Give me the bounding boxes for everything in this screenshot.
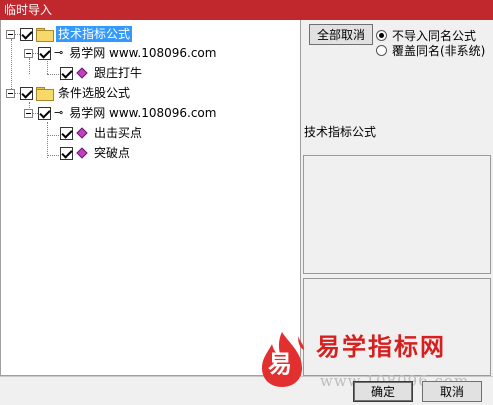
folder-icon <box>36 28 54 42</box>
dialog-footer <box>0 376 493 405</box>
ok-button[interactable]: 确定 <box>353 381 413 402</box>
tree-connector <box>47 135 59 136</box>
tree-group-screening[interactable]: 条件选股公式 <box>6 84 132 102</box>
formula-tree[interactable]: 技术指标公式 ⊸ 易学网 www.108096.com 跟庄打牛 条件选股公式 … <box>0 20 301 376</box>
tree-connector <box>47 155 59 156</box>
deselect-all-button[interactable]: 全部取消 <box>309 24 373 45</box>
tree-source-label[interactable]: 易学网 www.108096.com <box>67 45 218 61</box>
tree-formula-label[interactable]: 跟庄打牛 <box>92 65 144 81</box>
preview-title: 技术指标公式 <box>304 125 377 139</box>
diamond-icon <box>76 147 88 159</box>
collapse-box-icon[interactable] <box>6 29 15 39</box>
tree-source-node[interactable]: ⊸ 易学网 www.108096.com <box>24 44 218 62</box>
tree-formula-item[interactable]: 突破点 <box>60 144 132 162</box>
tree-formula-label[interactable]: 突破点 <box>92 145 132 161</box>
title-bar[interactable]: 临时导入 <box>0 0 493 20</box>
tree-formula-item[interactable]: 出击买点 <box>60 124 144 142</box>
source-checkbox[interactable] <box>38 106 51 120</box>
tree-connector <box>47 74 59 75</box>
tree-group-label[interactable]: 条件选股公式 <box>56 85 132 101</box>
group-checkbox[interactable] <box>20 27 33 41</box>
formula-checkbox[interactable] <box>60 146 73 160</box>
collapse-box-icon[interactable] <box>6 88 15 98</box>
radio-overwrite-duplicates[interactable]: 覆盖同名(非系统) <box>376 42 485 59</box>
radio-label[interactable]: 覆盖同名(非系统) <box>392 42 485 59</box>
folder-icon <box>36 87 54 101</box>
window-title: 临时导入 <box>4 3 53 17</box>
tree-group-label[interactable]: 技术指标公式 <box>56 26 133 42</box>
group-checkbox[interactable] <box>20 86 33 100</box>
diamond-icon <box>76 67 88 79</box>
diamond-icon <box>76 127 88 139</box>
tree-connector <box>47 122 48 158</box>
options-pane: 全部取消 不导入同名公式 覆盖同名(非系统) 技术指标公式 <box>302 20 493 376</box>
tree-formula-item[interactable]: 跟庄打牛 <box>60 64 144 82</box>
collapse-box-icon[interactable] <box>24 48 33 58</box>
tree-source-node[interactable]: ⊸ 易学网 www.108096.com <box>24 104 218 122</box>
tree-source-label[interactable]: 易学网 www.108096.com <box>67 105 218 121</box>
preview-panel <box>303 155 491 274</box>
collapse-box-icon[interactable] <box>24 108 33 118</box>
formula-checkbox[interactable] <box>60 126 73 140</box>
key-icon: ⊸ <box>54 106 64 119</box>
tree-formula-label[interactable]: 出击买点 <box>92 125 144 141</box>
description-panel <box>303 278 491 376</box>
key-icon: ⊸ <box>54 46 64 59</box>
cancel-button[interactable]: 取消 <box>422 381 482 402</box>
radio-dot-icon[interactable] <box>376 30 387 41</box>
tree-group-technical[interactable]: 技术指标公式 <box>6 25 133 43</box>
radio-dot-icon[interactable] <box>376 45 387 56</box>
source-checkbox[interactable] <box>38 46 51 60</box>
formula-checkbox[interactable] <box>60 66 73 80</box>
